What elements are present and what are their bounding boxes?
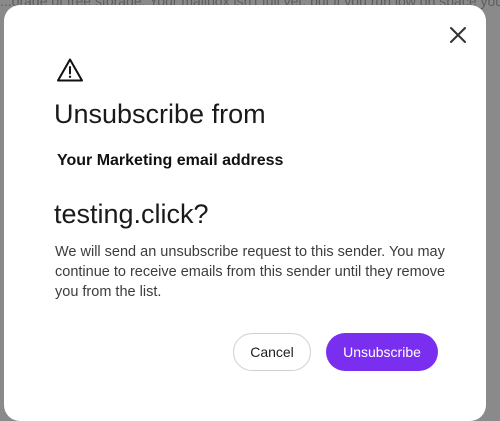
- sender-domain: testing.click?: [54, 199, 209, 229]
- dialog-message: We will send an unsubscribe request to t…: [55, 244, 446, 300]
- close-icon: [450, 27, 466, 43]
- sender-name-label: Your Marketing email address: [57, 152, 284, 169]
- dialog-title: Unsubscribe from: [54, 99, 266, 129]
- close-button[interactable]: [445, 22, 471, 48]
- unsubscribe-dialog: Unsubscribe from Your Marketing email ad…: [4, 5, 486, 421]
- cancel-button[interactable]: Cancel: [233, 333, 311, 371]
- unsubscribe-button[interactable]: Unsubscribe: [326, 333, 438, 371]
- warning-triangle-icon: [56, 57, 84, 83]
